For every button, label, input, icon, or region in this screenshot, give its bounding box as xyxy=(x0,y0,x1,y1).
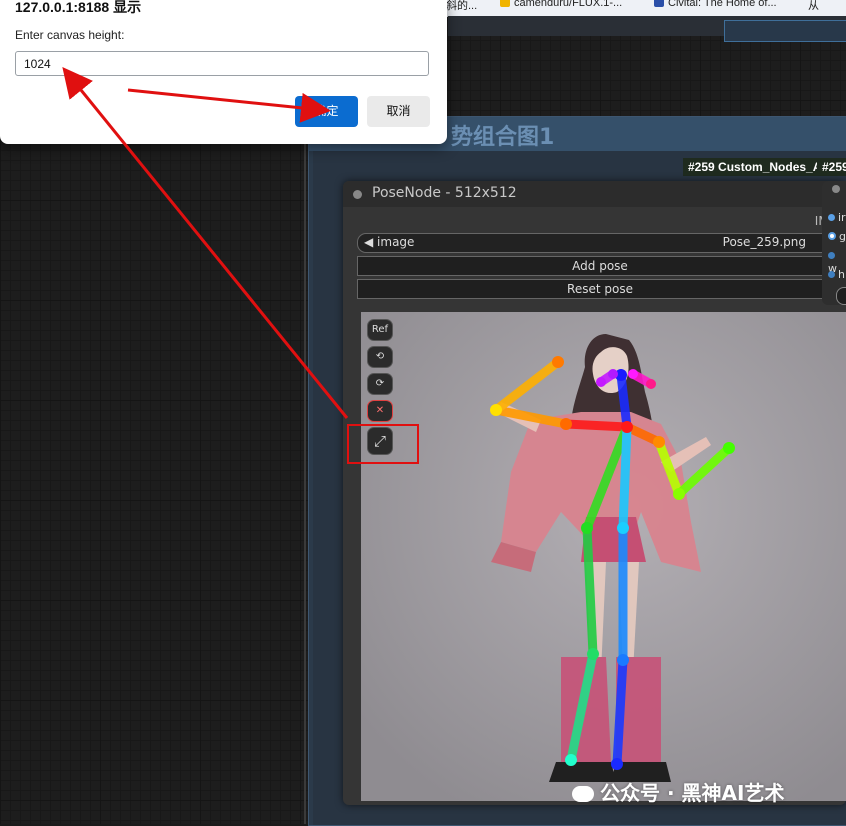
prompt-dialog: 127.0.0.1:8188 显示 Enter canvas height: 确… xyxy=(0,0,447,144)
side-node-badge: #259 xyxy=(817,158,846,176)
cancel-button[interactable]: 取消 xyxy=(367,96,430,127)
bookmark-2[interactable]: camenduru/FLUX.1-... xyxy=(500,0,622,9)
add-pose-button[interactable]: Add pose xyxy=(357,256,843,276)
side-input-2[interactable]: g xyxy=(828,230,846,243)
watermark: 公众号 · 黑神AI艺术 xyxy=(572,777,784,806)
side-node-dot-icon xyxy=(832,185,840,193)
collapse-dot-icon[interactable] xyxy=(353,190,362,199)
group-title: 势组合图1 xyxy=(451,125,555,150)
reset-pose-button[interactable]: Reset pose xyxy=(357,279,843,299)
node-title-bar[interactable]: PoseNode - 512x512 xyxy=(343,181,846,207)
wechat-icon xyxy=(572,786,594,802)
side-node[interactable]: ir g w h xyxy=(822,181,846,305)
pose-canvas[interactable] xyxy=(361,312,846,801)
redo-icon[interactable]: ⟳ xyxy=(367,373,393,395)
node-badge: #259 Custom_Nodes_Al xyxy=(683,158,830,176)
bookmarks-bar: 斜的... camenduru/FLUX.1-... Civitai: The … xyxy=(440,0,846,17)
bookmark-4[interactable]: 从 xyxy=(808,0,819,13)
side-input-1[interactable]: ir xyxy=(828,211,846,224)
image-combo-widget[interactable]: ◀ image Pose_259.png xyxy=(357,233,843,253)
upper-group-edge xyxy=(448,16,846,42)
pose-node[interactable]: PoseNode - 512x512 IMAG ◀ image Pose_259… xyxy=(343,181,846,805)
shield-icon xyxy=(654,0,664,7)
delete-icon[interactable]: ✕ xyxy=(367,400,393,422)
bookmark-1[interactable]: 斜的... xyxy=(446,0,477,13)
side-input-4[interactable]: h xyxy=(828,268,845,281)
dialog-label: Enter canvas height: xyxy=(15,28,125,42)
upper-node-edge xyxy=(724,20,846,42)
canvas-height-input[interactable] xyxy=(15,51,429,76)
bookmark-3[interactable]: Civitai: The Home of... xyxy=(654,0,777,9)
dialog-title: 127.0.0.1:8188 显示 xyxy=(15,0,142,15)
ok-button[interactable]: 确定 xyxy=(295,96,358,127)
reference-button[interactable]: Ref xyxy=(367,319,393,341)
side-widget[interactable] xyxy=(836,287,846,305)
image-widget-value: Pose_259.png xyxy=(722,235,806,249)
bookmark-icon xyxy=(500,0,510,7)
pose-preview-image xyxy=(361,312,846,801)
undo-icon[interactable]: ⟲ xyxy=(367,346,393,368)
image-widget-label: ◀ image xyxy=(364,235,415,249)
node-title: PoseNode - 512x512 xyxy=(372,185,517,201)
expand-icon[interactable]: ⤢ xyxy=(367,427,393,455)
